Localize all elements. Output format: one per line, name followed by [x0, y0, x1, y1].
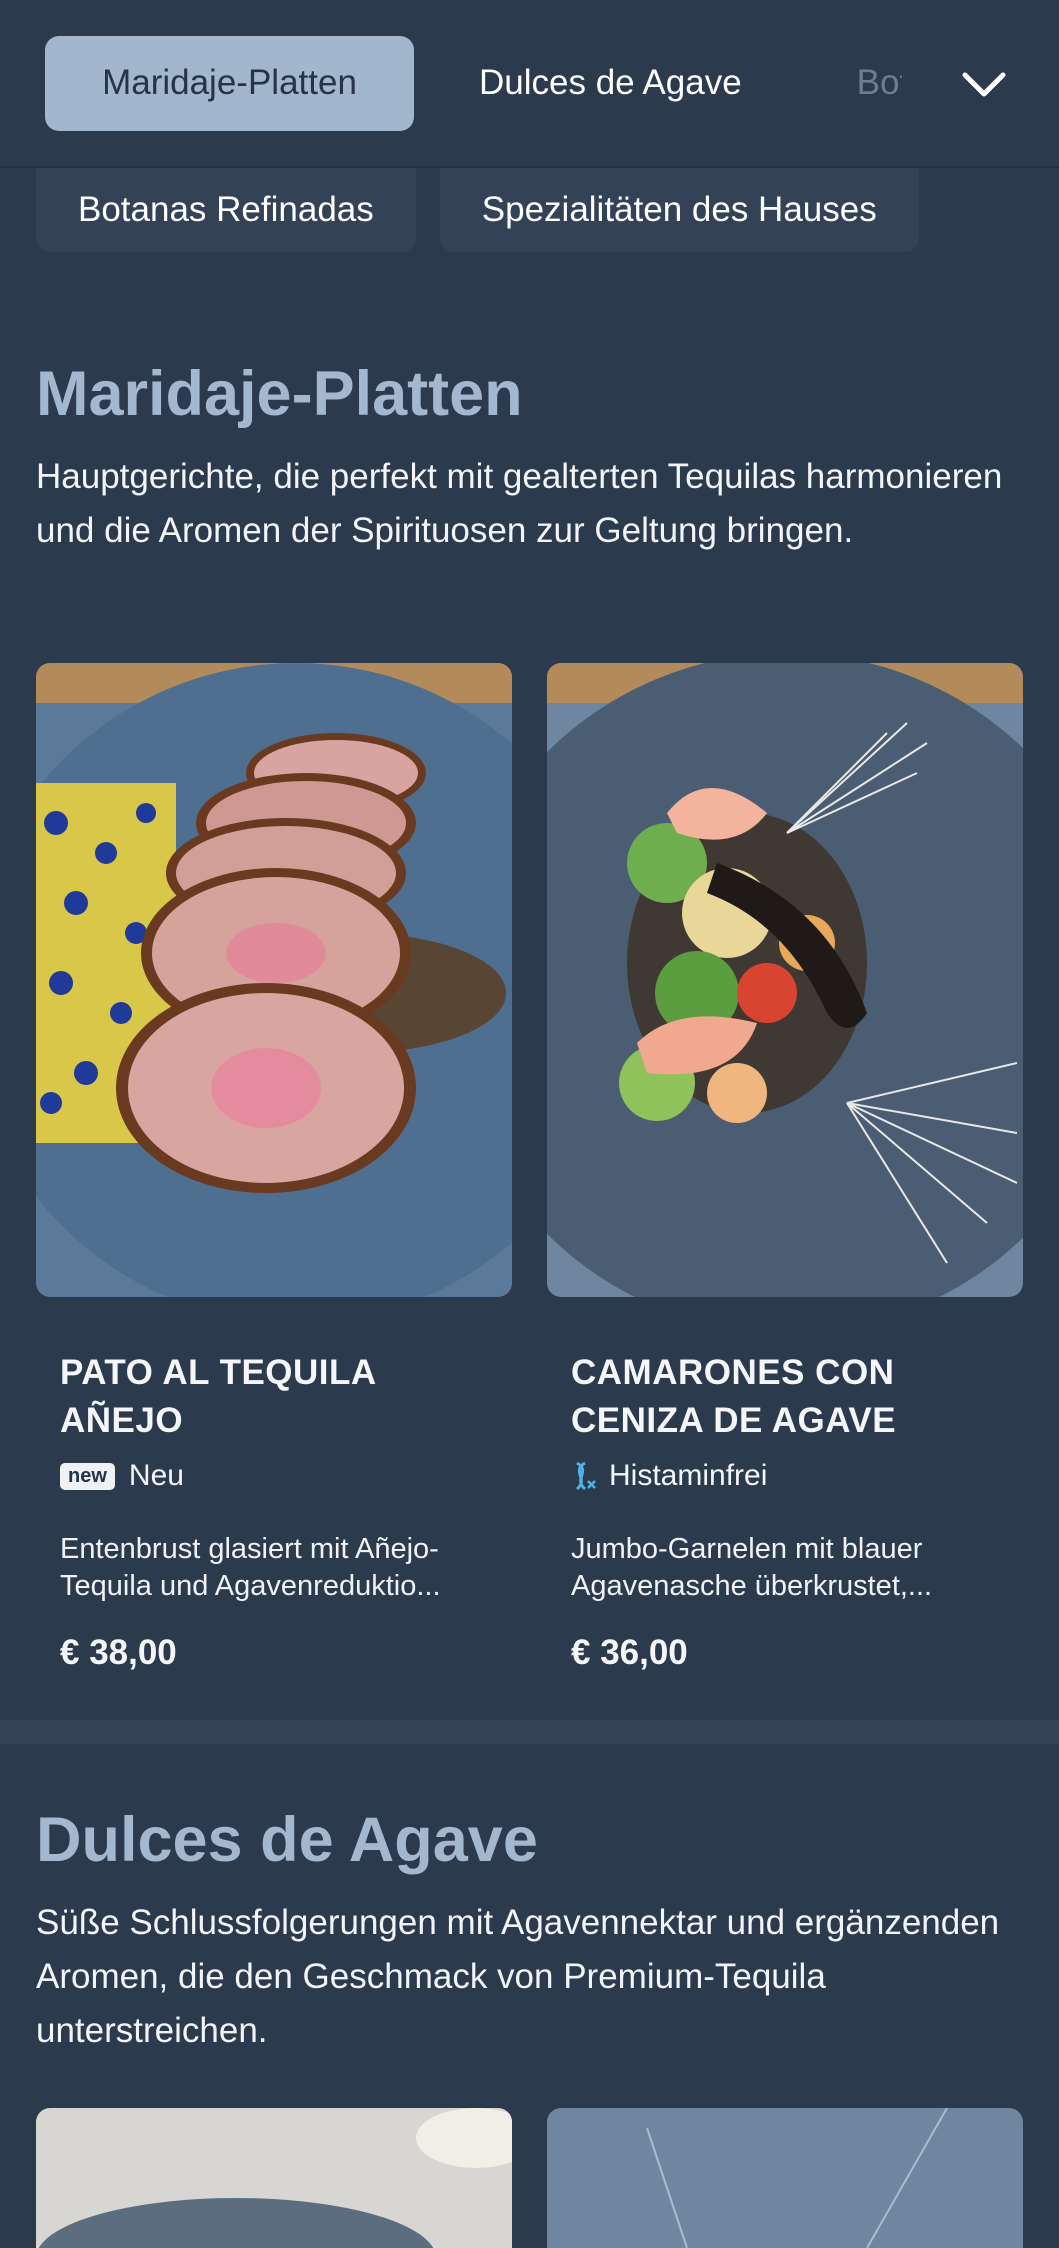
tab-maridaje-platten[interactable]: Maridaje-Platten — [45, 35, 414, 131]
dish-tag: new Neu — [60, 1459, 488, 1493]
dish-photo — [547, 663, 1023, 1297]
new-badge: new — [60, 1462, 115, 1490]
menu-item-card[interactable]: PATO AL TEQUILA AÑEJO new Neu Entenbrust… — [36, 663, 512, 1673]
dish-description: Jumbo-Garnelen mit blauer Agavenasche üb… — [571, 1533, 933, 1602]
chevron-down-icon — [962, 72, 1006, 97]
tab-botanas-partial[interactable]: Bot — [792, 36, 902, 131]
section-divider — [0, 1720, 1059, 1744]
expand-categories-button[interactable] — [939, 40, 1029, 130]
section-description: Hauptgerichte, die perfekt mit gealterte… — [36, 457, 1003, 550]
dish-photo[interactable] — [547, 2108, 1023, 2248]
menu-item-card[interactable]: CAMARONES CON CENIZA DE AGAVE Histaminfr… — [547, 663, 1023, 1673]
chip-botanas-refinadas[interactable]: Botanas Refinadas — [36, 168, 416, 252]
section-title: Maridaje-Platten — [36, 359, 523, 429]
dish-price: € 38,00 — [60, 1633, 177, 1672]
section-description: Süße Schlussfolgerungen mit Agavennektar… — [36, 1903, 1000, 2050]
dish-description: Entenbrust glasiert mit Añejo-Tequila un… — [60, 1533, 441, 1602]
tab-dulces-de-agave[interactable]: Dulces de Agave — [414, 36, 792, 131]
chip-spezialitaeten[interactable]: Spezialitäten des Hauses — [439, 168, 919, 252]
category-chip-row: Botanas Refinadas Spezialitäten des Haus… — [36, 168, 919, 252]
category-tab-bar: Maridaje-Platten Dulces de Agave Bot — [0, 0, 1059, 168]
dish-name: PATO AL TEQUILA AÑEJO — [60, 1353, 376, 1440]
dish-photo — [36, 663, 512, 1297]
dish-tag-label: Neu — [128, 1459, 184, 1492]
dish-tag-label: Histaminfrei — [609, 1459, 768, 1492]
dish-name: CAMARONES CON CENIZA DE AGAVE — [571, 1353, 897, 1440]
dna-icon — [571, 1461, 597, 1491]
section-title: Dulces de Agave — [36, 1805, 538, 1875]
dish-price: € 36,00 — [571, 1633, 688, 1672]
dish-photo[interactable] — [36, 2108, 512, 2248]
dish-tag: Histaminfrei — [571, 1459, 999, 1493]
